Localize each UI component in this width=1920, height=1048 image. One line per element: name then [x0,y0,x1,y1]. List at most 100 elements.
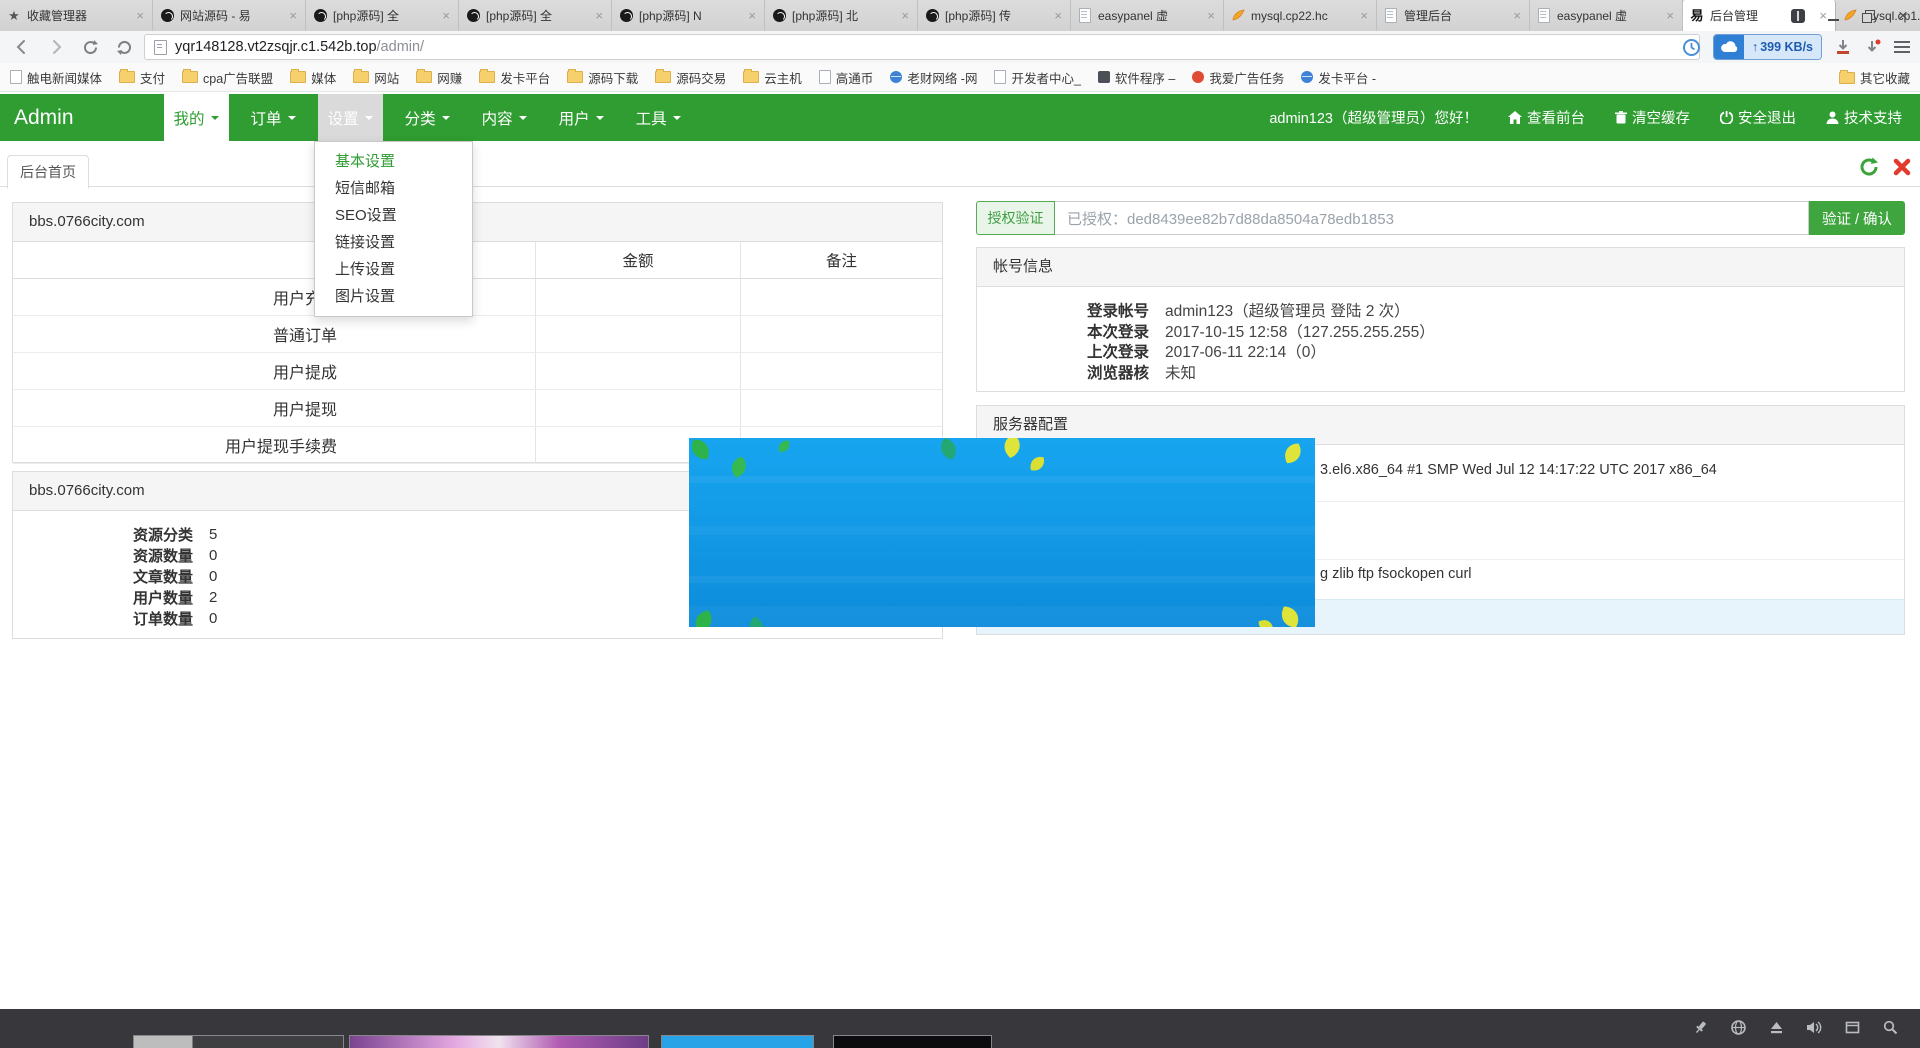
settings-menu-item[interactable]: SEO设置 [315,202,472,229]
tab-close-icon[interactable]: × [1512,9,1522,22]
navbar-menu-item[interactable]: 设置 [318,94,383,141]
navbar-menu-item[interactable]: 分类 [395,94,460,141]
bookmark-item[interactable]: 网赚 [416,68,462,87]
bookmark-item[interactable]: cpa广告联盟 [182,68,273,87]
tech-support-link[interactable]: 技术支持 [1826,107,1902,128]
browser-tab[interactable]: [php源码] 全× [459,0,612,31]
bookmark-item[interactable]: 媒体 [290,68,336,87]
navbar-menu-item[interactable]: 用户 [549,94,614,141]
tab-close-icon[interactable]: × [594,9,604,22]
bookmark-item[interactable]: 触电新闻媒体 [10,68,102,87]
skin-icon[interactable] [1789,7,1807,25]
bookmark-item[interactable]: 支付 [119,68,165,87]
search-icon[interactable] [1882,1019,1898,1035]
reload-icon[interactable] [80,37,100,57]
tab-close-icon[interactable]: × [1206,9,1216,22]
yi-icon: 易 [1690,9,1704,23]
bookmarks-overflow[interactable]: 其它收藏 [1839,63,1910,92]
tab-dashboard[interactable]: 后台首页 [7,155,89,189]
bookmark-item[interactable]: 老财网络 -网 [890,68,977,87]
settings-menu-item[interactable]: 上传设置 [315,256,472,283]
download-manager-icon[interactable] [1834,38,1852,56]
browser-tab[interactable]: 管理后台× [1377,0,1530,31]
navbar-menu-item[interactable]: 订单 [241,94,306,141]
bookmark-item[interactable]: 源码下载 [567,68,638,87]
chevron-down-icon [288,116,296,124]
settings-menu-item[interactable]: 图片设置 [315,283,472,310]
tab-close-icon[interactable]: × [747,9,757,22]
forward-icon[interactable] [46,37,66,57]
browser-tab[interactable]: easypanel 虚× [1071,0,1224,31]
bookmark-label: 老财网络 -网 [907,68,977,87]
nav-link-label: 安全退出 [1738,107,1796,128]
pin-icon[interactable] [1692,1019,1708,1035]
tab-close-icon[interactable]: × [1053,9,1063,22]
user-icon [1826,111,1839,124]
close-page-icon[interactable] [1892,157,1912,177]
tab-close-icon[interactable]: × [135,9,145,22]
bookmark-item[interactable]: 高通币 [819,68,874,87]
download-arrow-icon[interactable] [1864,38,1882,56]
logout-link[interactable]: 安全退出 [1720,107,1796,128]
promo-image-overlay[interactable] [689,438,1315,627]
download-speed-widget[interactable]: ↑ 399 KB/s [1713,34,1822,60]
settings-menu-item[interactable]: 短信邮箱 [315,175,472,202]
finance-panel-title: bbs.0766city.com [13,203,942,242]
address-bar[interactable]: yqr148128.vt2zsqjr.c1.542b.top/admin/ [144,34,1700,60]
browser-tab[interactable]: [php源码] N× [612,0,765,31]
window-icon[interactable] [1844,1019,1860,1035]
brand-title[interactable]: Admin [0,94,74,141]
navbar-menu-item[interactable]: 我的 [164,94,229,141]
account-row-value: 未知 [1165,361,1196,383]
browser-tab[interactable]: ★收藏管理器× [0,0,153,31]
refresh-icon[interactable] [1858,156,1880,178]
speaker-icon[interactable] [1806,1019,1822,1035]
restore-icon[interactable] [1859,7,1877,25]
bookmark-item[interactable]: 软件程序 – [1098,68,1175,87]
settings-menu-item[interactable]: 链接设置 [315,229,472,256]
tab-close-icon[interactable]: × [441,9,451,22]
taskbar-window-thumbnail[interactable] [133,1035,344,1048]
back-icon[interactable] [12,37,32,57]
tab-close-icon[interactable]: × [1359,9,1369,22]
navbar-menu-item[interactable]: 内容 [472,94,537,141]
bookmark-item[interactable]: 发卡平台 - [1301,68,1376,87]
folder-icon [567,71,583,83]
minimize-icon[interactable] [1824,7,1842,25]
clear-cache-link[interactable]: 清空缓存 [1615,107,1690,128]
browser-logo-icon[interactable] [1730,1019,1746,1035]
undo-icon[interactable] [114,37,134,57]
bookmark-item[interactable]: 源码交易 [655,68,726,87]
eject-icon[interactable] [1768,1019,1784,1035]
taskbar-tray-icons [1692,1019,1898,1035]
view-frontend-link[interactable]: 查看前台 [1508,107,1585,128]
tab-close-icon[interactable]: × [288,9,298,22]
tab-close-icon[interactable]: × [1665,9,1675,22]
tab-close-icon[interactable]: × [900,9,910,22]
bookmark-label: 发卡平台 [500,68,550,87]
nav-link-label: 清空缓存 [1632,107,1690,128]
browser-tab[interactable]: easypanel 虚 × [1530,0,1683,31]
browser-tab[interactable]: [php源码] 北× [765,0,918,31]
browser-tab[interactable]: [php源码] 传× [918,0,1071,31]
bookmark-item[interactable]: 发卡平台 [479,68,550,87]
browser-menu-icon[interactable] [1894,41,1910,53]
tab-title: easypanel 虚 [1557,7,1659,24]
history-sync-icon[interactable] [1682,38,1701,57]
bookmark-item[interactable]: 云主机 [743,68,802,87]
verify-confirm-button[interactable]: 验证 / 确认 [1809,201,1905,235]
navbar-menu-item[interactable]: 工具 [626,94,691,141]
bookmark-item[interactable]: 开发者中心_ [994,68,1080,87]
browser-tab[interactable]: 网站源码 - 易× [153,0,306,31]
taskbar-window-thumbnail[interactable] [661,1035,814,1048]
bookmark-item[interactable]: 我爱广告任务 [1192,68,1284,87]
taskbar-window-thumbnail[interactable] [833,1035,992,1048]
browser-tab[interactable]: [php源码] 全× [306,0,459,31]
browser-tab[interactable]: mysql.cp22.hc× [1224,0,1377,31]
page-security-icon[interactable] [154,40,167,55]
bookmark-item[interactable]: 网站 [353,68,399,87]
taskbar-window-thumbnail[interactable] [349,1035,649,1048]
window-close-icon[interactable]: × [1894,7,1912,25]
settings-menu-item[interactable]: 基本设置 [315,148,472,175]
license-key-input[interactable] [1055,201,1809,235]
